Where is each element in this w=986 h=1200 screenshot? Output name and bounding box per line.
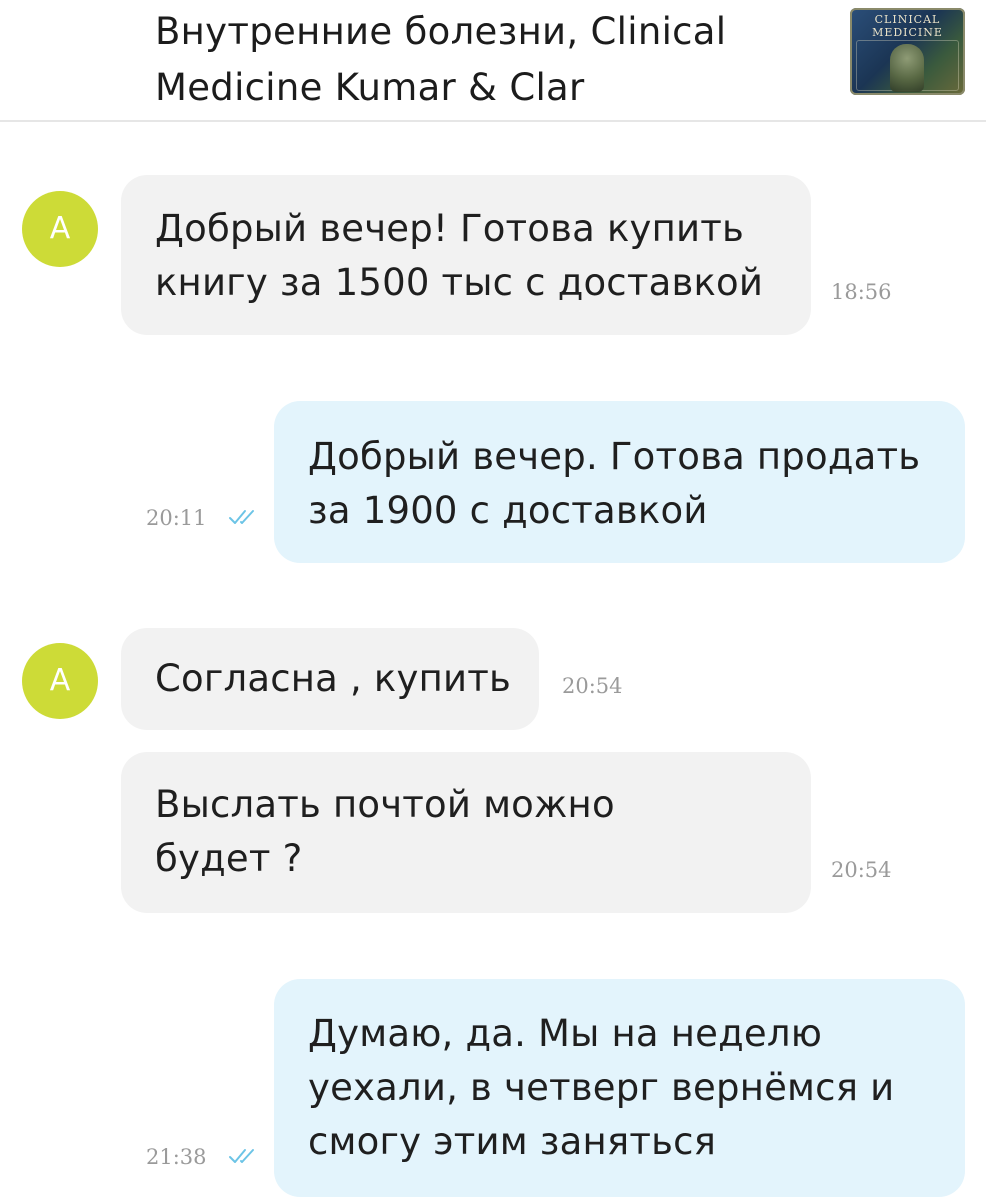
incoming-message-bubble[interactable]: Согласна , купить	[121, 628, 539, 730]
thumbnail-title-line: MEDICINE	[872, 26, 943, 39]
outgoing-message-bubble[interactable]: Думаю, да. Мы на неделю уехали, в четвер…	[274, 979, 965, 1197]
chat-header: Внутренние болезни, Clinical Medicine Ku…	[0, 0, 986, 122]
message-text-line: Добрый вечер! Готова купить	[155, 207, 745, 250]
chat-title[interactable]: Внутренние болезни, Clinical Medicine Ku…	[155, 4, 795, 116]
thumbnail-figure	[890, 44, 924, 92]
message-timestamp: 21:38	[146, 1145, 207, 1169]
double-check-icon	[229, 1149, 254, 1163]
listing-thumbnail[interactable]: CLINICAL MEDICINE	[850, 8, 965, 95]
message-timestamp: 20:54	[562, 674, 623, 698]
message-text-line: Выслать почтой можно	[155, 783, 615, 826]
message-text-line: Добрый вечер. Готова продать	[308, 435, 921, 478]
outgoing-message-bubble[interactable]: Добрый вечер. Готова продать за 1900 с д…	[274, 401, 965, 563]
thumbnail-title-line: CLINICAL	[874, 13, 941, 26]
chat-title-line: Внутренние болезни, Clinical	[155, 10, 727, 53]
message-timestamp: 18:56	[831, 280, 892, 304]
message-text-line: Думаю, да. Мы на неделю	[308, 1012, 823, 1055]
double-check-icon	[229, 510, 254, 524]
message-timestamp: 20:11	[146, 506, 207, 530]
message-text-line: будет ?	[155, 837, 303, 880]
message-text-line: уехали, в четверг вернёмся и	[308, 1066, 895, 1109]
message-text-line: за 1900 с доставкой	[308, 489, 708, 532]
avatar[interactable]: A	[22, 643, 98, 719]
message-text-line: книгу за 1500 тыс с доставкой	[155, 261, 764, 304]
avatar[interactable]: A	[22, 191, 98, 267]
message-timestamp: 20:54	[831, 858, 892, 882]
incoming-message-bubble[interactable]: Добрый вечер! Готова купить книгу за 150…	[121, 175, 811, 335]
message-text-line: смогу этим заняться	[308, 1120, 717, 1163]
message-text-line: Согласна , купить	[155, 657, 511, 700]
chat-title-line: Medicine Kumar & Clar	[155, 66, 585, 109]
incoming-message-bubble[interactable]: Выслать почтой можно будет ?	[121, 752, 811, 913]
